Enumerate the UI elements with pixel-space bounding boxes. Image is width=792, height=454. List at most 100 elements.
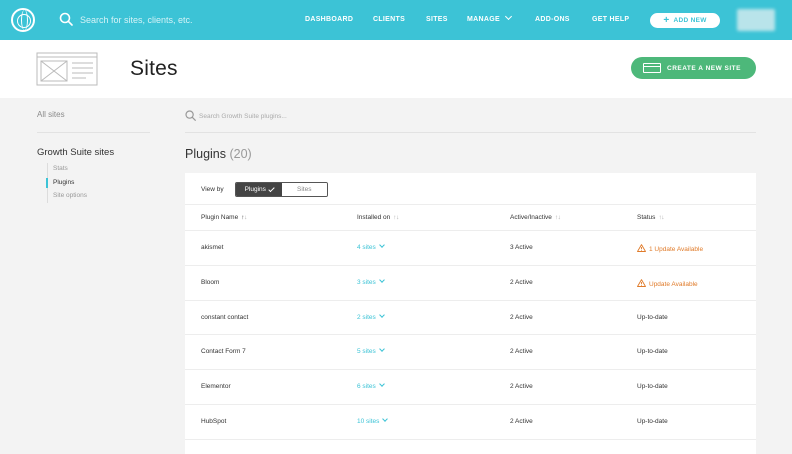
create-new-site-button[interactable]: CREATE A NEW SITE: [631, 57, 756, 79]
table-divider: [185, 204, 756, 205]
view-by-toggle: Plugins Sites: [235, 182, 328, 197]
app-logo-icon[interactable]: [11, 8, 35, 32]
sidebar-item-plugins[interactable]: Plugins: [53, 179, 74, 186]
nav-sites[interactable]: SITES: [426, 16, 448, 23]
table-row[interactable]: Contact Form 7 5 sites 2 Active Up-to-da…: [185, 335, 756, 369]
plugins-table-card: View by Plugins Sites Plugin Name ↑↓ Inst…: [185, 173, 756, 454]
sort-arrows-icon: ↑↓: [241, 214, 247, 221]
active-count-cell: 3 Active: [510, 244, 533, 251]
plugin-name-cell: Elementor: [201, 383, 231, 390]
installed-on-dropdown[interactable]: 5 sites: [357, 346, 385, 355]
table-row[interactable]: akismet 4 sites 3 Active 1 Update Availa…: [185, 231, 756, 265]
plugin-name-cell: Contact Form 7: [201, 348, 246, 355]
active-count-cell: 2 Active: [510, 348, 533, 355]
status-cell: Up-to-date: [637, 383, 668, 390]
search-icon: [185, 110, 196, 121]
column-header-label: Plugin Name: [201, 214, 239, 221]
plugin-name-cell: HubSpot: [201, 418, 227, 425]
table-row[interactable]: HubSpot 10 sites 2 Active Up-to-date: [185, 405, 756, 439]
search-icon: [59, 12, 73, 26]
site-illustration-icon: [36, 52, 98, 86]
add-new-label: ADD NEW: [673, 17, 707, 24]
status-label: Update Available: [649, 281, 698, 288]
view-by-sites-label: Sites: [297, 186, 312, 193]
add-new-button[interactable]: + ADD NEW: [650, 13, 720, 28]
installed-on-dropdown[interactable]: 2 sites: [357, 312, 385, 321]
sort-arrows-icon: ↑↓: [658, 214, 664, 221]
column-header-installed-on[interactable]: Installed on ↑↓: [357, 214, 399, 221]
user-avatar[interactable]: [737, 9, 775, 31]
active-count-cell: 2 Active: [510, 418, 533, 425]
browser-window-icon: [643, 63, 661, 73]
view-by-plugins-option[interactable]: Plugins: [236, 183, 282, 196]
warning-icon: [637, 279, 646, 287]
chevron-down-icon: [378, 242, 385, 248]
chevron-down-icon: [378, 312, 385, 318]
plugins-section-title: Plugins (20): [185, 147, 252, 161]
installed-on-label: 4 sites: [357, 244, 376, 251]
installed-on-label: 5 sites: [357, 348, 376, 355]
column-header-label: Status: [637, 214, 656, 221]
chevron-down-icon: [378, 346, 385, 352]
installed-on-dropdown[interactable]: 6 sites: [357, 381, 385, 390]
status-label: 1 Update Available: [649, 246, 704, 253]
view-by-sites-option[interactable]: Sites: [281, 183, 327, 196]
top-navigation-bar: DASHBOARD CLIENTS SITES MANAGE ADD-ONS G…: [0, 0, 792, 40]
nav-manage[interactable]: MANAGE: [467, 12, 512, 23]
table-row[interactable]: constant contact 2 sites 2 Active Up-to-…: [185, 301, 756, 335]
plugin-search-input[interactable]: [199, 109, 399, 123]
installed-on-label: 6 sites: [357, 383, 376, 390]
nav-add-ons[interactable]: ADD-ONS: [535, 16, 570, 23]
active-count-cell: 2 Active: [510, 314, 533, 321]
view-by-label: View by: [201, 186, 224, 193]
column-header-label: Installed on: [357, 214, 391, 221]
column-header-plugin-name[interactable]: Plugin Name ↑↓: [201, 214, 247, 221]
plus-icon: +: [663, 14, 670, 26]
plugins-count: (20): [229, 147, 252, 161]
chevron-down-icon: [382, 416, 389, 422]
column-header-status[interactable]: Status ↑↓: [637, 214, 664, 221]
status-cell: Up-to-date: [637, 348, 668, 355]
chevron-down-icon: [378, 381, 385, 387]
global-search-input[interactable]: [80, 11, 270, 29]
update-available-link[interactable]: Update Available: [637, 279, 698, 288]
status-cell: Up-to-date: [637, 418, 668, 425]
main-divider: [185, 132, 756, 133]
column-header-active-inactive[interactable]: Active/Inactive ↑↓: [510, 214, 561, 221]
active-count-cell: 2 Active: [510, 383, 533, 390]
sidebar-active-indicator: [46, 178, 48, 188]
plugin-name-cell: constant contact: [201, 314, 249, 321]
active-count-cell: 2 Active: [510, 279, 533, 286]
installed-on-dropdown[interactable]: 3 sites: [357, 277, 385, 286]
sidebar-item-site-options[interactable]: Site options: [53, 192, 87, 199]
sidebar-divider: [37, 132, 150, 133]
sort-arrows-icon: ↑↓: [554, 214, 561, 221]
chevron-down-icon: [504, 12, 512, 21]
column-header-label: Active/Inactive: [510, 214, 552, 221]
plugin-name-cell: akismet: [201, 244, 224, 251]
page-title: Sites: [130, 57, 178, 80]
sidebar-group-title: Growth Suite sites: [37, 147, 115, 158]
table-row[interactable]: Bloom 3 sites 2 Active Update Available: [185, 266, 756, 300]
chevron-down-icon: [378, 277, 385, 283]
installed-on-label: 10 sites: [357, 418, 380, 425]
table-divider: [185, 439, 756, 440]
nav-clients[interactable]: CLIENTS: [373, 16, 405, 23]
view-by-plugins-label: Plugins: [244, 186, 266, 193]
page-header: Sites CREATE A NEW SITE: [0, 40, 792, 98]
nav-manage-label: MANAGE: [467, 16, 500, 23]
nav-dashboard[interactable]: DASHBOARD: [305, 16, 353, 23]
sidebar-item-stats[interactable]: Stats: [53, 165, 68, 172]
installed-on-dropdown[interactable]: 10 sites: [357, 416, 389, 425]
plugins-title-text: Plugins: [185, 147, 226, 161]
sidebar-all-sites-link[interactable]: All sites: [37, 110, 65, 119]
update-available-link[interactable]: 1 Update Available: [637, 244, 703, 253]
nav-get-help[interactable]: GET HELP: [592, 16, 629, 23]
installed-on-dropdown[interactable]: 4 sites: [357, 242, 385, 251]
plugin-name-cell: Bloom: [201, 279, 220, 286]
warning-icon: [637, 244, 646, 252]
table-row[interactable]: Elementor 6 sites 2 Active Up-to-date: [185, 370, 756, 404]
installed-on-label: 3 sites: [357, 279, 376, 286]
sort-arrows-icon: ↑↓: [393, 214, 399, 221]
content-area: All sites Growth Suite sites Stats Plugi…: [0, 98, 792, 454]
